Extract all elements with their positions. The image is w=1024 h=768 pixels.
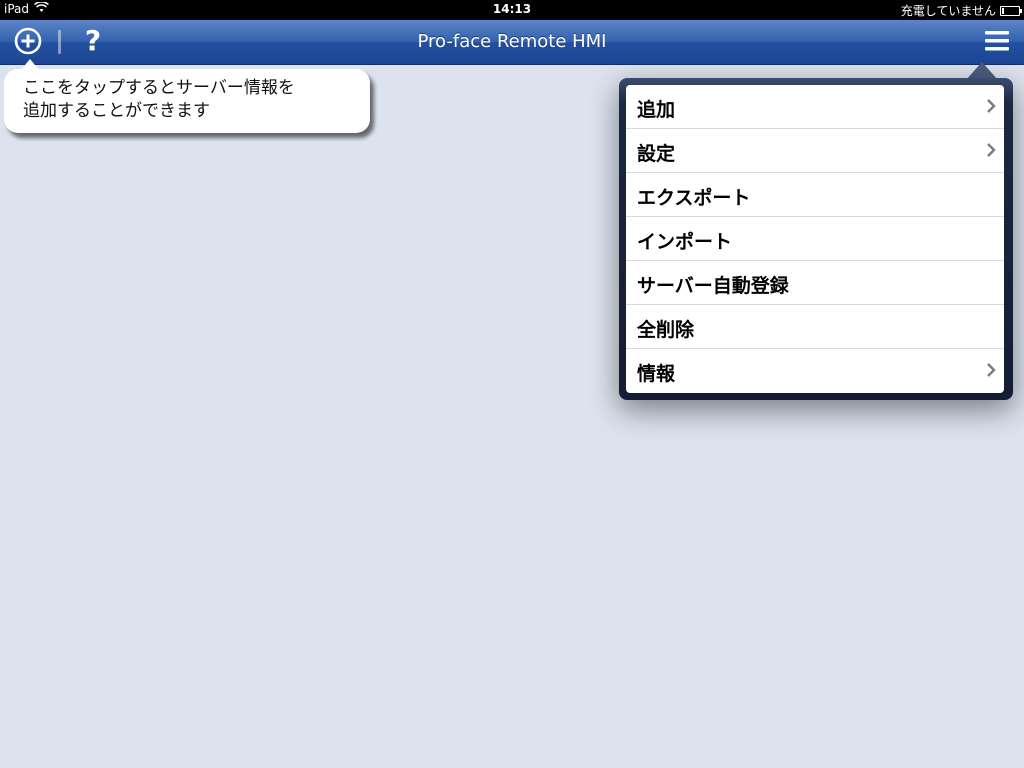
menu-item-label: インポート: [637, 231, 733, 253]
hamburger-menu-icon: [985, 31, 1009, 51]
menu-button[interactable]: [984, 28, 1010, 54]
menu-item-delete-all[interactable]: 全削除: [626, 305, 1004, 349]
menu-item-auto-register[interactable]: サーバー自動登録: [626, 261, 1004, 305]
chevron-right-icon: [987, 143, 996, 157]
page-title: Pro-face Remote HMI: [417, 31, 607, 52]
status-right: 充電していません: [900, 2, 1022, 19]
menu-item-label: サーバー自動登録: [637, 275, 789, 297]
menu-list: 追加 設定 エクスポート インポート サーバー自動登録 全削除 情報: [626, 85, 1004, 393]
menu-item-add[interactable]: 追加: [626, 85, 1004, 129]
status-time: 14:13: [492, 2, 532, 16]
tooltip-text: ここをタップするとサーバー情報を 追加することができます: [23, 77, 295, 123]
help-tooltip: ここをタップするとサーバー情報を 追加することができます: [4, 59, 370, 133]
menu-popover: 追加 設定 エクスポート インポート サーバー自動登録 全削除 情報: [619, 78, 1013, 400]
chevron-right-icon: [987, 99, 996, 113]
chevron-right-icon: [987, 363, 996, 377]
menu-item-label: 全削除: [637, 319, 695, 341]
charging-status: 充電していません: [900, 4, 996, 18]
menu-item-label: 追加: [637, 99, 676, 121]
menu-item-export[interactable]: エクスポート: [626, 173, 1004, 217]
tooltip-line-2: 追加することができます: [23, 101, 210, 121]
navigation-bar: ? Pro-face Remote HMI: [0, 20, 1024, 65]
menu-item-label: 設定: [637, 143, 676, 165]
menu-item-label: エクスポート: [637, 187, 751, 209]
menu-item-label: 情報: [637, 363, 676, 385]
menu-item-import[interactable]: インポート: [626, 217, 1004, 261]
menu-item-info[interactable]: 情報: [626, 349, 1004, 392]
status-bar: iPad 14:13 充電していません: [0, 0, 1024, 20]
battery-icon: [1000, 5, 1022, 16]
tooltip-line-1: ここをタップするとサーバー情報を: [23, 78, 295, 98]
menu-item-settings[interactable]: 設定: [626, 129, 1004, 173]
